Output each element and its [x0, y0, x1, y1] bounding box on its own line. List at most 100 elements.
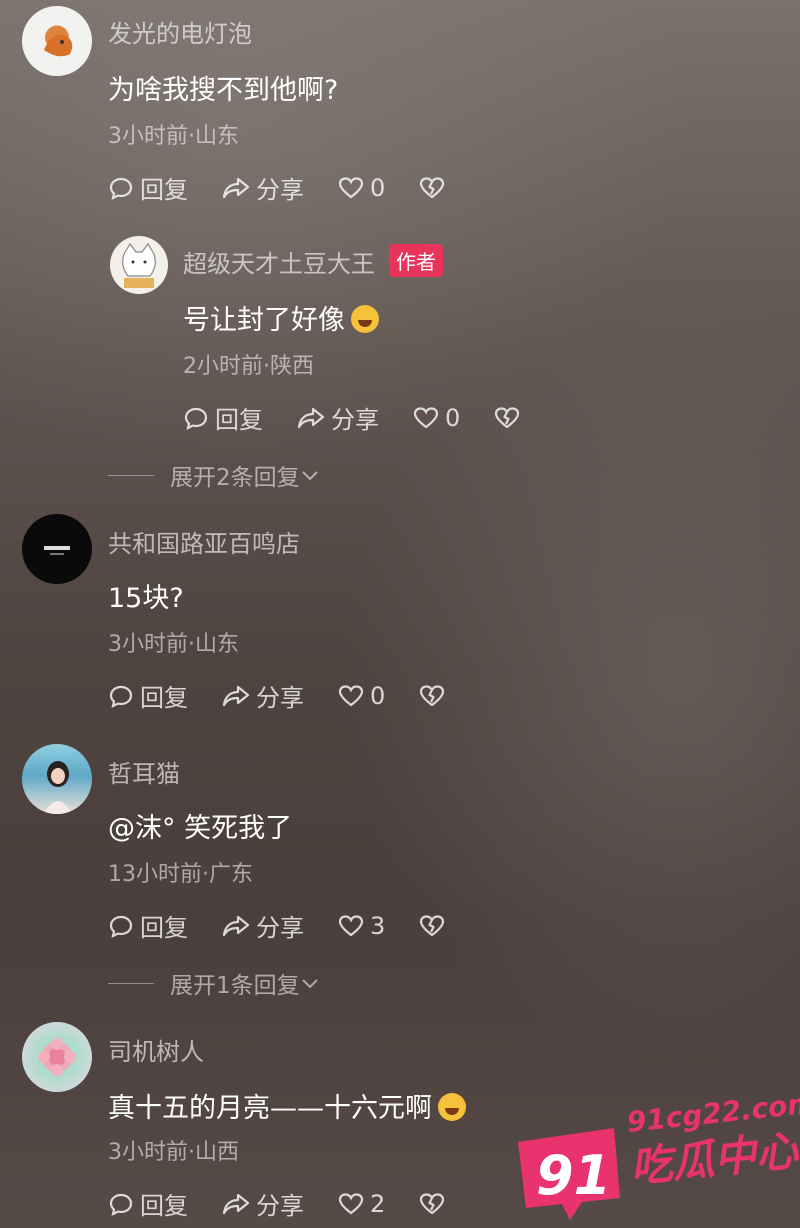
comment-username[interactable]: 超级天才土豆大王 作者	[183, 244, 443, 279]
watermark-graphic: 91 91cg22.com 吃瓜中心	[518, 1086, 800, 1220]
brand-logo-avatar-icon	[44, 546, 70, 555]
reply-button[interactable]: 回复	[108, 170, 188, 205]
cat-avatar-icon	[122, 242, 156, 288]
heart-icon	[338, 1192, 364, 1214]
expand-replies-label: 展开1条回复	[170, 973, 300, 999]
comment-text: 15块?	[108, 583, 184, 614]
share-icon	[222, 1193, 250, 1214]
heart-icon	[338, 176, 364, 198]
like-button[interactable]: 0	[413, 404, 460, 432]
comment-item: 共和国路亚百鸣店 15块? 3小时前·山东 回复 分享 0	[0, 508, 800, 728]
laughing-emoji-icon	[351, 305, 379, 333]
share-button[interactable]: 分享	[222, 1186, 304, 1221]
broken-heart-icon	[420, 914, 445, 936]
comment-item: 发光的电灯泡 为啥我搜不到他啊? 3小时前·山东 回复 分享 0	[0, 0, 800, 220]
comment-actions: 回复 分享 0	[108, 170, 485, 205]
comment-text: @沫° 笑死我了	[108, 813, 293, 844]
share-icon	[297, 407, 325, 428]
comment-meta: 3小时前·山东	[108, 632, 239, 657]
comment-username[interactable]: 发光的电灯泡	[108, 14, 252, 49]
broken-heart-icon	[420, 1192, 445, 1214]
comment-meta: 3小时前·山东	[108, 124, 239, 149]
reply-label: 回复	[140, 176, 188, 204]
broken-heart-icon	[495, 406, 520, 428]
reply-button[interactable]: 回复	[108, 1186, 188, 1221]
share-icon	[222, 915, 250, 936]
watermark-logo: 91 91cg22.com 吃瓜中心	[510, 1070, 800, 1220]
comment-username[interactable]: 哲耳猫	[108, 754, 180, 789]
fox-avatar-icon	[44, 34, 73, 57]
share-icon	[222, 685, 250, 706]
share-button[interactable]: 分享	[222, 908, 304, 943]
comment-actions: 回复 分享 2	[108, 1186, 485, 1221]
chevron-down-icon	[301, 471, 318, 481]
avatar[interactable]	[22, 6, 92, 76]
reply-icon	[109, 915, 133, 938]
dislike-button[interactable]	[419, 684, 451, 708]
comment-actions: 回复 分享 0	[183, 400, 560, 435]
reply-icon	[109, 177, 133, 200]
comment-actions: 回复 分享 3	[108, 908, 485, 943]
like-button[interactable]: 3	[338, 912, 385, 940]
avatar[interactable]	[22, 1022, 92, 1092]
share-button[interactable]: 分享	[222, 170, 304, 205]
comment-text-body: 真十五的月亮——十六元啊	[108, 1093, 432, 1124]
share-label: 分享	[331, 406, 379, 434]
comment-text-body: 号让封了好像	[183, 305, 345, 336]
chevron-down-icon	[301, 979, 318, 989]
like-button[interactable]: 0	[338, 682, 385, 710]
share-button[interactable]: 分享	[297, 400, 379, 435]
comment-item: 哲耳猫 @沫° 笑死我了 13小时前·广东 回复 分享 3	[0, 738, 800, 958]
share-icon	[222, 177, 250, 198]
author-badge: 作者	[389, 244, 443, 277]
share-label: 分享	[256, 176, 304, 204]
expand-replies-label: 展开2条回复	[170, 465, 300, 491]
reply-icon	[184, 407, 208, 430]
comment-text: 为啥我搜不到他啊?	[108, 75, 339, 106]
like-count: 2	[370, 1189, 386, 1218]
reply-button[interactable]: 回复	[108, 678, 188, 713]
share-button[interactable]: 分享	[222, 678, 304, 713]
reply-label: 回复	[215, 406, 263, 434]
divider-line	[108, 474, 154, 476]
dislike-button[interactable]	[419, 1192, 451, 1216]
like-button[interactable]: 0	[338, 174, 385, 202]
share-label: 分享	[256, 684, 304, 712]
expand-replies-button[interactable]: 展开2条回复	[108, 458, 320, 492]
comment-meta: 13小时前·广东	[108, 862, 253, 887]
like-count: 3	[370, 911, 386, 940]
comment-meta: 2小时前·陕西	[183, 354, 314, 379]
watermark-number: 91	[536, 1144, 611, 1207]
dislike-button[interactable]	[494, 406, 526, 430]
like-button[interactable]: 2	[338, 1190, 385, 1218]
comment-text: 号让封了好像	[183, 298, 379, 337]
like-count: 0	[445, 403, 461, 432]
reply-label: 回复	[140, 684, 188, 712]
reply-label: 回复	[140, 914, 188, 942]
avatar[interactable]	[22, 514, 92, 584]
reply-button[interactable]: 回复	[183, 400, 263, 435]
comment-username[interactable]: 共和国路亚百鸣店	[108, 524, 300, 559]
expand-replies-button[interactable]: 展开1条回复	[108, 966, 320, 1000]
share-label: 分享	[256, 914, 304, 942]
reply-label: 回复	[140, 1192, 188, 1220]
username-text: 超级天才土豆大王	[183, 250, 375, 278]
avatar[interactable]	[22, 744, 92, 814]
broken-heart-icon	[420, 176, 445, 198]
divider-line	[108, 982, 154, 984]
reply-button[interactable]: 回复	[108, 908, 188, 943]
dislike-button[interactable]	[419, 914, 451, 938]
comment-username[interactable]: 司机树人	[108, 1032, 204, 1067]
avatar[interactable]	[110, 236, 168, 294]
laughing-emoji-icon	[438, 1093, 466, 1121]
dislike-button[interactable]	[419, 176, 451, 200]
like-count: 0	[370, 173, 386, 202]
broken-heart-icon	[420, 684, 445, 706]
comment-text: 真十五的月亮——十六元啊	[108, 1086, 466, 1125]
girl-avatar-icon	[44, 761, 72, 814]
reply-icon	[109, 685, 133, 708]
share-label: 分享	[256, 1192, 304, 1220]
like-count: 0	[370, 681, 386, 710]
heart-icon	[338, 914, 364, 936]
comment-actions: 回复 分享 0	[108, 678, 485, 713]
